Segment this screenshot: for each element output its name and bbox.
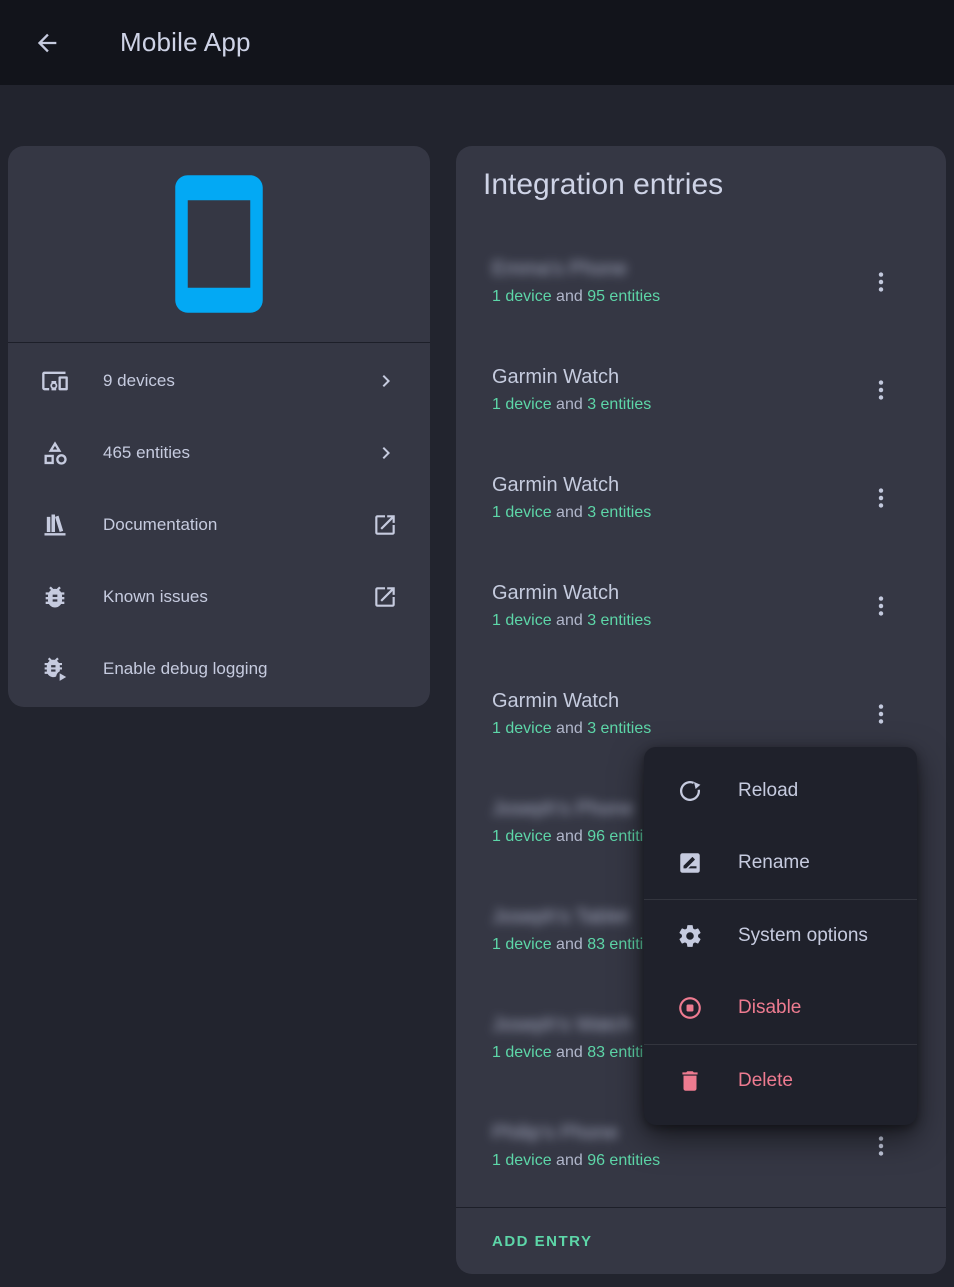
bookshelf-icon <box>41 511 69 539</box>
dots-vertical-icon <box>867 484 895 512</box>
entry-menu-button-open[interactable] <box>857 690 905 738</box>
entry-device-count-link[interactable]: 1 device <box>492 828 552 845</box>
entry-name: Emma's Phone <box>492 258 850 280</box>
entry-menu-button[interactable] <box>857 582 905 630</box>
entry-name: Philip's Phone <box>492 1122 850 1144</box>
entry-name: Garmin Watch <box>492 690 850 712</box>
entry-subtitle-connector: and <box>552 288 588 305</box>
rename-box-icon <box>677 850 703 876</box>
entry-subtitle-connector: and <box>552 504 588 521</box>
entry-entity-count-link[interactable]: 96 entities <box>587 1152 660 1169</box>
open-in-new-icon <box>372 512 398 538</box>
row-label: Documentation <box>103 515 217 535</box>
dots-vertical-icon <box>867 376 895 404</box>
row-label: Known issues <box>103 587 208 607</box>
entry-device-count-link[interactable]: 1 device <box>492 1152 552 1169</box>
entry-entity-count-link[interactable]: 3 entities <box>587 396 651 413</box>
cellphone-icon <box>144 169 294 319</box>
entry-name: Garmin Watch <box>492 582 850 604</box>
integration-entry: Garmin Watch 1 device and 3 entities <box>456 336 946 444</box>
entry-entity-count-link[interactable]: 3 entities <box>587 504 651 521</box>
info-row-9-devices[interactable]: 9 devices <box>8 345 430 417</box>
entry-subtitle-connector: and <box>552 720 588 737</box>
entry-subtitle-connector: and <box>552 936 588 953</box>
entry-name: Garmin Watch <box>492 474 850 496</box>
chevron-right-icon <box>374 369 398 393</box>
entry-menu-button[interactable] <box>857 474 905 522</box>
entry-device-count-link[interactable]: 1 device <box>492 1044 552 1061</box>
chevron-right-icon <box>374 441 398 465</box>
integration-entry: Emma's Phone 1 device and 95 entities <box>456 228 946 336</box>
entry-device-count-link[interactable]: 1 device <box>492 396 552 413</box>
entry-subtitle-connector: and <box>552 612 588 629</box>
devices-icon <box>41 367 69 395</box>
entry-subtitle: 1 device and 96 entities <box>492 1152 850 1170</box>
info-row-465-entities[interactable]: 465 entities <box>8 417 430 489</box>
dots-vertical-icon <box>867 268 895 296</box>
entry-subtitle: 1 device and 3 entities <box>492 720 850 738</box>
dots-vertical-icon <box>867 1132 895 1160</box>
entry-entity-count-link[interactable]: 3 entities <box>587 612 651 629</box>
entry-entity-count-link[interactable]: 95 entities <box>587 288 660 305</box>
entry-device-count-link[interactable]: 1 device <box>492 504 552 521</box>
entries-footer: ADD ENTRY <box>456 1207 946 1274</box>
info-row-list: 9 devices 465 entities Documentation Known … <box>8 343 430 705</box>
entry-menu-button[interactable] <box>857 1122 905 1170</box>
cog-icon <box>677 923 703 949</box>
row-label: 9 devices <box>103 371 175 391</box>
menu-item-label: Delete <box>738 1070 793 1092</box>
menu-item-rename[interactable]: Rename <box>644 827 917 899</box>
entries-title: Integration entries <box>483 168 723 202</box>
info-row-known-issues[interactable]: Known issues <box>8 561 430 633</box>
delete-icon <box>677 1068 703 1094</box>
entry-menu-button[interactable] <box>857 366 905 414</box>
entry-menu-button[interactable] <box>857 258 905 306</box>
context-menu: Reload Rename System options Disable Delete <box>644 747 917 1125</box>
entry-subtitle-connector: and <box>552 1044 588 1061</box>
entry-device-count-link[interactable]: 1 device <box>492 288 552 305</box>
integration-entry: Garmin Watch 1 device and 3 entities <box>456 444 946 552</box>
back-button[interactable] <box>23 19 71 67</box>
open-in-new-icon <box>372 584 398 610</box>
entry-device-count-link[interactable]: 1 device <box>492 720 552 737</box>
entry-subtitle: 1 device and 95 entities <box>492 288 850 306</box>
dots-vertical-icon <box>867 700 895 728</box>
dots-vertical-icon <box>867 592 895 620</box>
integration-icon-area <box>8 146 430 343</box>
shape-icon <box>41 439 69 467</box>
menu-item-system-options[interactable]: System options <box>644 900 917 972</box>
stop-circle-icon <box>677 995 703 1021</box>
app-bar: Mobile App <box>0 0 954 85</box>
entry-name: Garmin Watch <box>492 366 850 388</box>
entry-subtitle-connector: and <box>552 828 588 845</box>
menu-item-label: Disable <box>738 997 801 1019</box>
menu-item-disable[interactable]: Disable <box>644 972 917 1044</box>
entry-subtitle: 1 device and 3 entities <box>492 396 850 414</box>
entry-device-count-link[interactable]: 1 device <box>492 936 552 953</box>
add-entry-button[interactable]: ADD ENTRY <box>492 1233 592 1250</box>
entry-subtitle: 1 device and 3 entities <box>492 504 850 522</box>
page-title: Mobile App <box>120 27 251 58</box>
entry-device-count-link[interactable]: 1 device <box>492 612 552 629</box>
info-row-documentation[interactable]: Documentation <box>8 489 430 561</box>
row-label: 465 entities <box>103 443 190 463</box>
entry-subtitle: 1 device and 3 entities <box>492 612 850 630</box>
menu-item-label: System options <box>738 925 868 947</box>
menu-item-reload[interactable]: Reload <box>644 755 917 827</box>
integration-info-card: 9 devices 465 entities Documentation Known … <box>8 146 430 707</box>
bug-play-icon <box>41 655 69 683</box>
entry-subtitle-connector: and <box>552 396 588 413</box>
arrow-left-icon <box>33 29 61 57</box>
reload-icon <box>677 778 703 804</box>
menu-item-delete[interactable]: Delete <box>644 1045 917 1117</box>
menu-item-label: Reload <box>738 780 798 802</box>
bug-icon <box>41 583 69 611</box>
row-label: Enable debug logging <box>103 659 267 679</box>
entry-entity-count-link[interactable]: 3 entities <box>587 720 651 737</box>
menu-item-label: Rename <box>738 852 810 874</box>
info-row-enable-debug-logging[interactable]: Enable debug logging <box>8 633 430 705</box>
entry-subtitle-connector: and <box>552 1152 588 1169</box>
integration-entry: Garmin Watch 1 device and 3 entities <box>456 552 946 660</box>
